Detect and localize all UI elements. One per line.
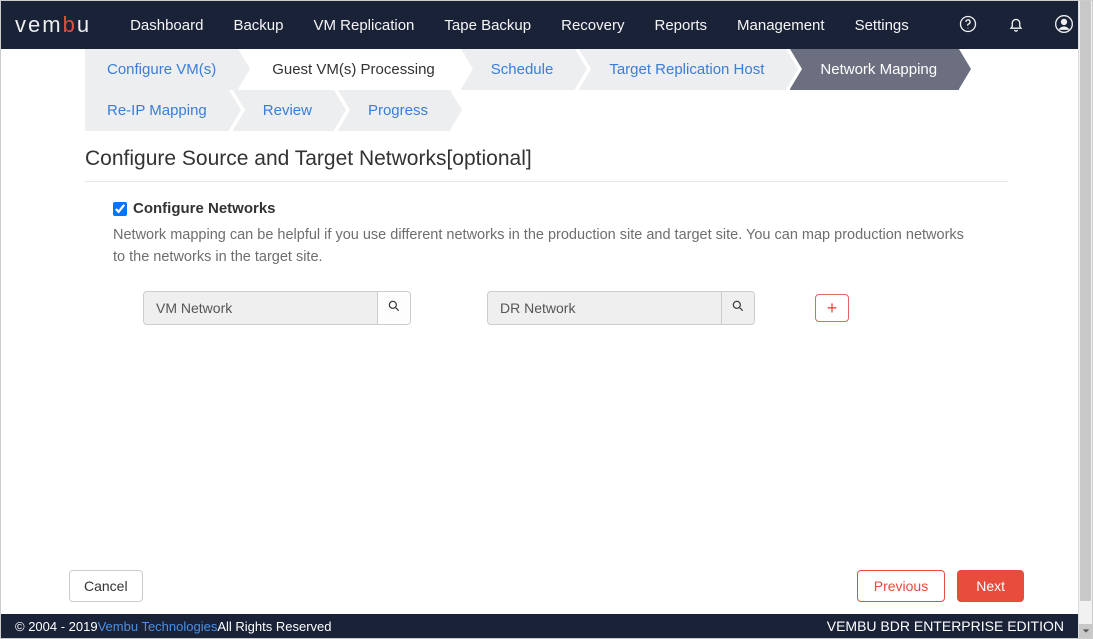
nav-recovery[interactable]: Recovery (546, 3, 639, 48)
step-configure-vms[interactable]: Configure VM(s) (85, 49, 238, 90)
separator (85, 181, 1008, 182)
nav-backup[interactable]: Backup (218, 3, 298, 48)
step-review[interactable]: Review (233, 90, 334, 131)
source-network-combo (143, 291, 411, 325)
step-schedule[interactable]: Schedule (461, 49, 576, 90)
search-icon (731, 299, 745, 316)
plus-icon: + (827, 299, 838, 317)
step-progress[interactable]: Progress (338, 90, 450, 131)
configure-networks-row[interactable]: Configure Networks (113, 200, 980, 217)
configure-networks-desc: Network mapping can be helpful if you us… (113, 225, 980, 269)
copyright-pre: © 2004 - 2019 (15, 619, 98, 634)
nav-reports[interactable]: Reports (639, 3, 722, 48)
nav-tape-backup[interactable]: Tape Backup (429, 3, 546, 48)
configure-networks-checkbox[interactable] (113, 202, 127, 216)
user-icon[interactable] (1054, 14, 1074, 37)
product-logo: vembu (15, 12, 91, 38)
copyright-post: All Rights Reserved (217, 619, 331, 634)
target-network-search-button[interactable] (721, 291, 755, 325)
step-network-mapping[interactable]: Network Mapping (790, 49, 959, 90)
bottombar: © 2004 - 2019 Vembu Technologies All Rig… (1, 614, 1078, 638)
nav-management[interactable]: Management (722, 3, 840, 48)
configure-networks-label: Configure Networks (133, 200, 276, 217)
logo-text-post: u (77, 12, 91, 38)
scrollbar-thumb[interactable] (1080, 1, 1091, 601)
logo-text-accent: b (63, 12, 77, 38)
step-target-host[interactable]: Target Replication Host (579, 49, 786, 90)
wizard-steps: Configure VM(s) Guest VM(s) Processing S… (1, 49, 1092, 131)
target-network-combo (487, 291, 755, 325)
nav-items: Dashboard Backup VM Replication Tape Bac… (115, 3, 924, 48)
top-icons (958, 14, 1074, 37)
add-mapping-button[interactable]: + (815, 294, 849, 322)
scrollbar-down-arrow[interactable] (1079, 624, 1092, 638)
step-guest-processing[interactable]: Guest VM(s) Processing (242, 49, 457, 90)
target-network-input[interactable] (487, 291, 721, 325)
cancel-button[interactable]: Cancel (69, 570, 143, 602)
source-network-input[interactable] (143, 291, 377, 325)
scrollbar[interactable] (1078, 1, 1092, 638)
page-title: Configure Source and Target Networks[opt… (85, 147, 1008, 181)
network-mapping-row: + (113, 291, 980, 325)
previous-button[interactable]: Previous (857, 570, 945, 602)
help-icon[interactable] (958, 14, 978, 37)
nav-settings[interactable]: Settings (840, 3, 924, 48)
next-button[interactable]: Next (957, 570, 1024, 602)
search-icon (387, 299, 401, 316)
nav-vm-replication[interactable]: VM Replication (299, 3, 430, 48)
content-area: Configure Source and Target Networks[opt… (1, 131, 1092, 325)
company-link[interactable]: Vembu Technologies (98, 619, 218, 634)
bell-icon[interactable] (1006, 14, 1026, 37)
logo-text-pre: vem (15, 12, 63, 38)
top-nav: vembu Dashboard Backup VM Replication Ta… (1, 1, 1092, 49)
footer-actions: Cancel Previous Next (1, 570, 1092, 602)
step-reip-mapping[interactable]: Re-IP Mapping (85, 90, 229, 131)
source-network-search-button[interactable] (377, 291, 411, 325)
nav-dashboard[interactable]: Dashboard (115, 3, 218, 48)
edition-label: VEMBU BDR ENTERPRISE EDITION (827, 618, 1064, 634)
